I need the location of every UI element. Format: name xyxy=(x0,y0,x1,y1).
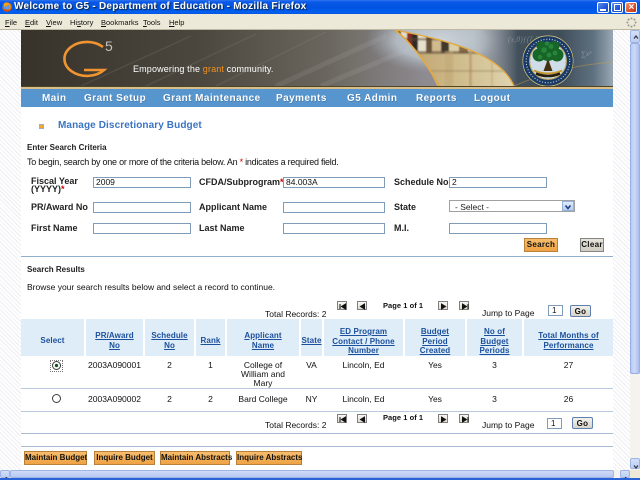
svg-text:5: 5 xyxy=(105,38,113,54)
svg-text:∑x²: ∑x² xyxy=(581,50,592,58)
